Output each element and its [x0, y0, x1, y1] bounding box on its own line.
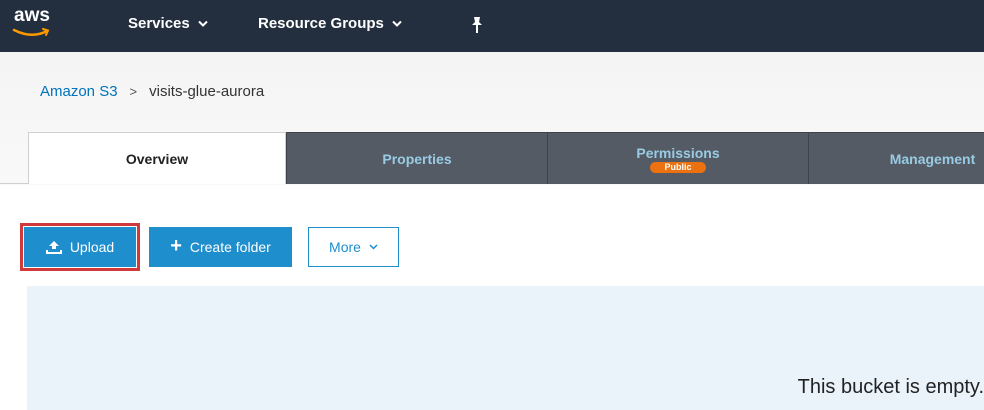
bucket-contents-panel: This bucket is empty. — [27, 286, 984, 410]
tab-management-label: Management — [889, 150, 976, 167]
chevron-down-icon — [369, 244, 378, 250]
aws-logo-text: aws — [14, 5, 50, 26]
bucket-tabs: Overview Properties Permissions Public M… — [0, 132, 984, 184]
upload-icon — [45, 241, 62, 254]
chevron-down-icon — [392, 20, 402, 27]
more-label: More — [329, 239, 361, 255]
empty-bucket-message: This bucket is empty. — [797, 376, 984, 398]
breadcrumb-amazon-s3-link[interactable]: Amazon S3 — [40, 83, 118, 100]
more-dropdown-button[interactable]: More — [308, 227, 399, 267]
upload-label: Upload — [69, 239, 115, 255]
tab-management[interactable]: Management — [808, 132, 984, 184]
plus-icon: + — [170, 235, 182, 257]
resource-groups-menu[interactable]: Resource Groups — [258, 15, 402, 32]
resource-groups-label: Resource Groups — [258, 15, 384, 32]
top-navigation-bar: aws Services Resource Groups — [0, 0, 984, 52]
tab-permissions-label: Permissions — [636, 144, 720, 161]
tab-permissions[interactable]: Permissions Public — [547, 132, 808, 184]
services-label: Services — [128, 15, 190, 32]
tab-overview-label: Overview — [125, 150, 189, 167]
tab-divider — [0, 183, 30, 184]
breadcrumb-current-bucket: visits-glue-aurora — [149, 83, 265, 100]
create-folder-button[interactable]: + Create folder — [149, 227, 292, 267]
upload-button[interactable]: Upload — [20, 223, 140, 271]
tab-overview[interactable]: Overview — [28, 132, 286, 184]
public-badge: Public — [650, 161, 706, 173]
tab-properties[interactable]: Properties — [286, 132, 547, 184]
breadcrumb-separator: > — [129, 84, 138, 99]
breadcrumb: Amazon S3 > visits-glue-aurora — [40, 83, 264, 100]
services-menu[interactable]: Services — [128, 15, 208, 32]
create-folder-label: Create folder — [189, 239, 271, 255]
tab-properties-label: Properties — [382, 150, 452, 167]
aws-logo[interactable]: aws — [12, 5, 60, 45]
pin-icon[interactable] — [470, 16, 484, 34]
aws-smile-icon — [12, 28, 50, 36]
chevron-down-icon — [198, 20, 208, 27]
